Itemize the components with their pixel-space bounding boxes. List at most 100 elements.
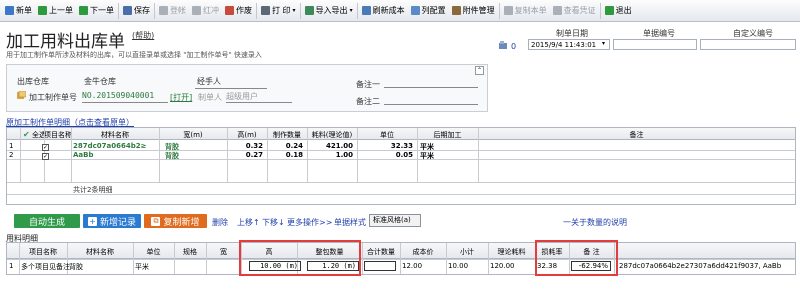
doc-style-link[interactable]: 单据样式 xyxy=(334,217,366,228)
toolbar-button-12[interactable]: 附件管理 xyxy=(449,2,498,20)
highlight-usage-columns xyxy=(535,240,618,276)
delete-link[interactable]: 删除 xyxy=(212,217,228,228)
pack-qty-input[interactable] xyxy=(364,261,396,271)
cost-cell[interactable]: 10.00 xyxy=(448,262,468,270)
view-voucher-icon xyxy=(552,6,562,15)
usage-cell[interactable]: 32.33 xyxy=(357,142,413,150)
note-cell[interactable]: 287dc07a0664b2e27307a6dd421f9037, AaBb xyxy=(619,262,795,270)
height-header: 高(m) xyxy=(237,131,257,139)
new-record-button[interactable]: + 新增记录 xyxy=(83,214,141,228)
order-no-field[interactable]: NO.201509040001 xyxy=(82,91,168,103)
plus-icon: + xyxy=(87,216,97,226)
toolbar-button-1[interactable]: 新单 xyxy=(2,2,35,20)
custom-no-field[interactable] xyxy=(700,39,796,50)
toolbar-button-9[interactable]: 导入导出 ▾ xyxy=(302,2,356,20)
toolbar-label: 保存 xyxy=(134,6,150,15)
width-header: 宽(m) xyxy=(183,131,203,139)
select-all-check-icon[interactable]: ✔ xyxy=(23,130,30,139)
toolbar-button-15[interactable]: 退出 xyxy=(602,2,635,20)
column-divider xyxy=(71,128,72,182)
note1-label: 备注一 xyxy=(356,80,380,89)
row-checkbox[interactable]: ✓ xyxy=(42,142,49,151)
toolbar-label: 退出 xyxy=(615,6,632,15)
handler-field-line[interactable] xyxy=(195,88,267,89)
prev-arrow-icon xyxy=(38,6,47,15)
doc-style-select[interactable]: 标准风格(a) xyxy=(369,214,421,227)
save-disk-icon xyxy=(123,6,132,15)
open-order-link[interactable]: [打开] xyxy=(170,92,192,103)
refresh-cost-icon xyxy=(361,6,371,15)
row-number: 1 xyxy=(9,262,14,270)
attachment-clip-icon[interactable] xyxy=(498,40,508,50)
red-reverse-icon xyxy=(192,6,201,15)
subtotal-cell[interactable]: 120.00 xyxy=(490,262,515,270)
column-config-icon xyxy=(410,6,420,15)
toolbar-button-11[interactable]: 列配置 xyxy=(408,2,449,20)
width-cell[interactable]: 0.27 xyxy=(227,151,263,159)
material-name-cell[interactable]: 背胶 xyxy=(165,151,179,161)
cost-header: 成本价 xyxy=(412,248,434,256)
toolbar-label: 附件管理 xyxy=(462,6,495,15)
new-record-label: 新增记录 xyxy=(99,217,136,228)
material-header: 材料名称 xyxy=(86,248,114,256)
date-field[interactable]: 2015/9/4 11:43:01 xyxy=(528,39,610,50)
toolbar-button-7[interactable]: 作废 xyxy=(222,2,255,20)
new-doc-icon xyxy=(5,6,14,15)
toolbar-button-10[interactable]: 刷新成本 xyxy=(359,2,408,20)
printer-icon xyxy=(261,6,270,15)
exit-icon xyxy=(604,6,614,15)
qty-cell[interactable]: 1.00 xyxy=(307,151,353,159)
handler-label: 经手人 xyxy=(197,77,221,86)
toolbar-button-2[interactable]: 上一单 xyxy=(35,2,76,20)
attachment-count[interactable]: 0 xyxy=(511,42,516,51)
material-cell[interactable]: 背胶 xyxy=(69,262,83,272)
note-header: 备注 xyxy=(629,131,644,139)
quantity-note-link[interactable]: 一关于数量的说明 xyxy=(563,217,627,228)
qty-cell[interactable]: 421.00 xyxy=(307,142,353,150)
product-table: 全选 项目名称 材料名称 宽(m) 高(m) 制作数量 耗料(理论值) 单位 后期加工 备注 ✔ 1 ✓… xyxy=(6,127,796,205)
more-operations-link[interactable]: 更多操作>> xyxy=(287,217,332,228)
total-qty-header: 合计数量 xyxy=(367,248,395,256)
maker-field: 超级用户 xyxy=(226,91,292,103)
note1-field[interactable] xyxy=(384,87,478,88)
column-divider xyxy=(417,128,418,182)
toolbar-button-4[interactable]: 保存 xyxy=(120,2,153,20)
move-down-link[interactable]: 下移↓ xyxy=(262,217,285,228)
toolbar-button-3[interactable]: 下一单 xyxy=(76,2,117,20)
toolbar-button-5: 登帐 xyxy=(156,2,189,20)
height-cell[interactable]: 0.24 xyxy=(267,142,303,150)
project-cell[interactable]: 多个项目见备注 xyxy=(21,262,70,272)
warehouse-label: 出库仓库 xyxy=(17,77,49,86)
toolbar-separator xyxy=(498,2,500,19)
height-cell[interactable]: 0.18 xyxy=(267,151,303,159)
move-up-link[interactable]: 上移↑ xyxy=(237,217,260,228)
width-header: 宽 xyxy=(220,248,227,256)
docno-field[interactable] xyxy=(613,39,697,50)
unit-cell[interactable]: 平米 xyxy=(420,151,434,161)
highlight-size-columns xyxy=(239,240,361,276)
toolbar-separator xyxy=(118,2,119,19)
warehouse-value[interactable]: 金牛仓库 xyxy=(84,76,116,87)
date-label: 制单日期 xyxy=(556,29,588,38)
date-dropdown-icon[interactable]: ▾ xyxy=(602,40,605,47)
spec-header: 规格 xyxy=(183,248,197,256)
project-name-cell[interactable]: 287dc07a0664b2≥ xyxy=(73,142,157,150)
width-cell[interactable]: 0.32 xyxy=(227,142,263,150)
collapse-icon[interactable]: ⌃ xyxy=(475,66,484,75)
order-pick-icon[interactable] xyxy=(17,90,27,100)
auto-generate-button[interactable]: 自动生成 xyxy=(14,214,80,228)
project-name-cell[interactable]: AaBb xyxy=(73,151,157,159)
row-checkbox[interactable]: ✓ xyxy=(42,151,49,160)
project-name-header: 项目名称 xyxy=(44,131,71,139)
note2-field[interactable] xyxy=(384,104,478,105)
help-link[interactable]: (帮助) xyxy=(132,30,154,41)
unit-cell[interactable]: 平米 xyxy=(135,262,149,272)
dropdown-caret-icon: ▾ xyxy=(349,7,353,14)
copy-new-button[interactable]: ⧉ 复制新增 xyxy=(144,214,207,228)
total-qty-cell[interactable]: 12.00 xyxy=(402,262,422,270)
toolbar-separator xyxy=(256,2,257,19)
toolbar-label: 刷新成本 xyxy=(372,6,405,15)
next-arrow-icon xyxy=(79,6,88,15)
toolbar-button-8[interactable]: 打 印 ▾ xyxy=(258,2,299,20)
usage-cell[interactable]: 0.05 xyxy=(357,151,413,159)
